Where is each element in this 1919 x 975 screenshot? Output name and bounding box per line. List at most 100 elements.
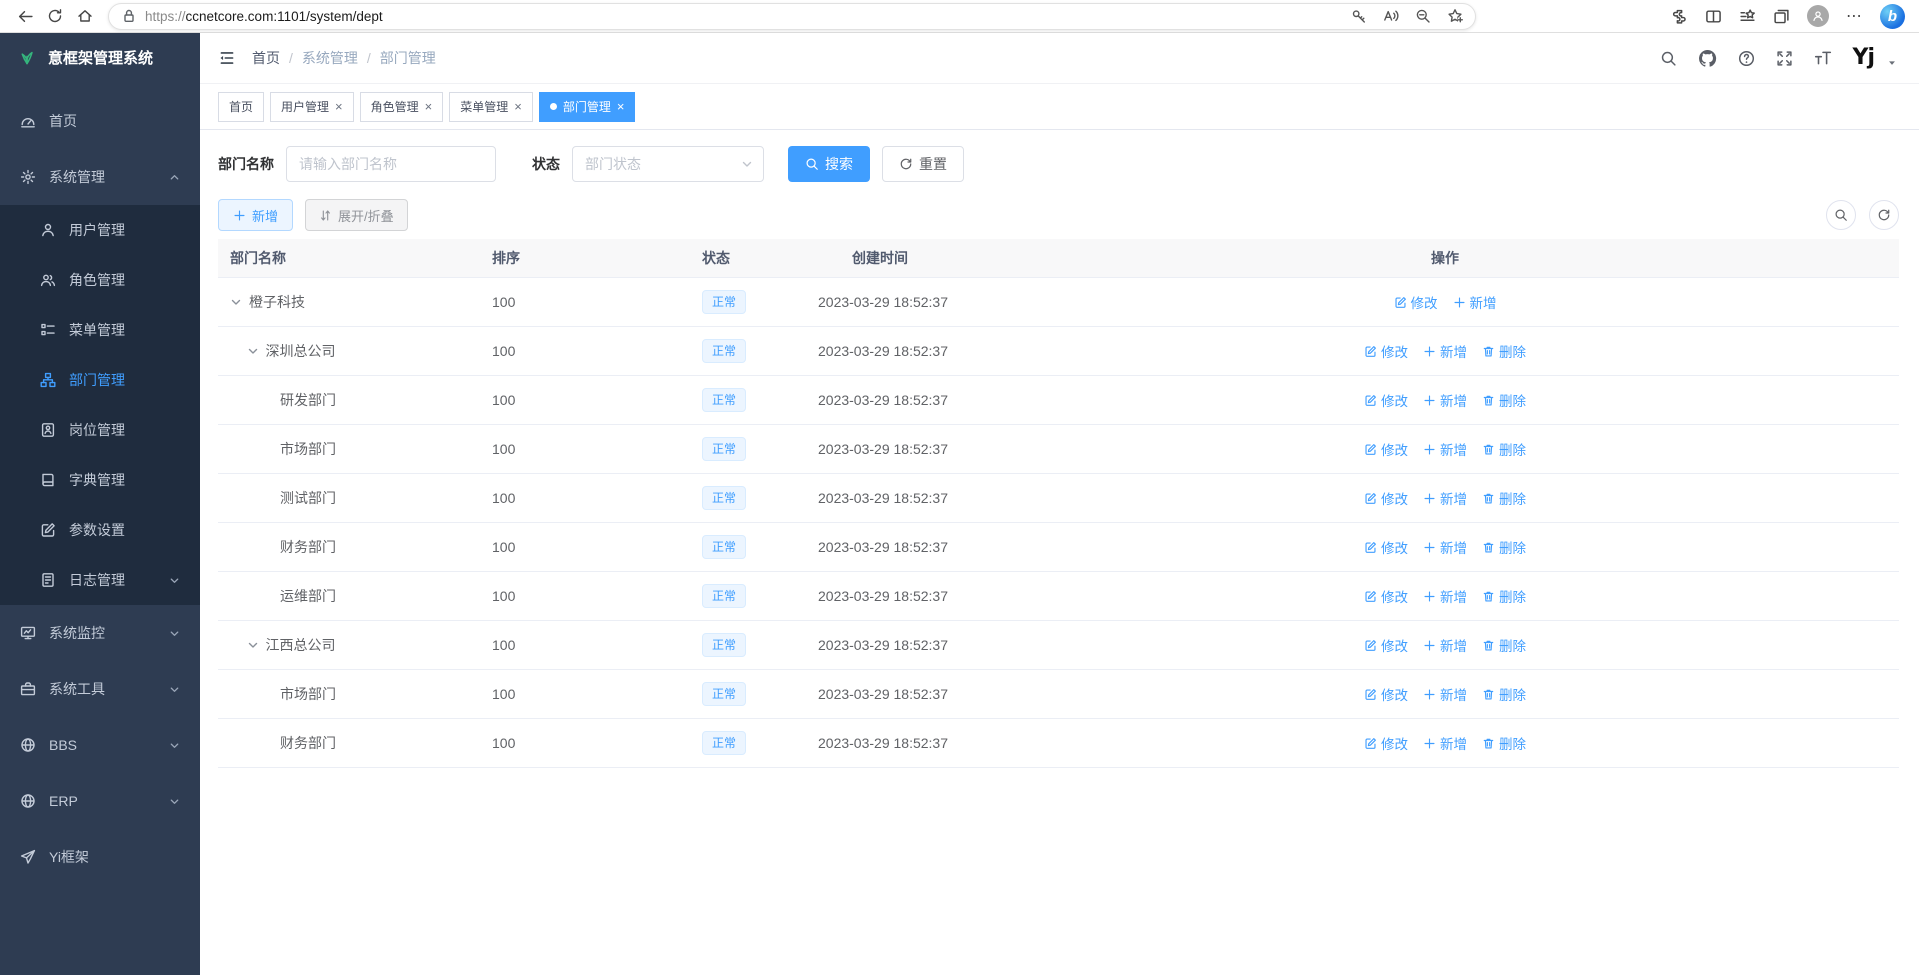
user-avatar-logo[interactable]: Yj (1853, 47, 1874, 69)
font-size-icon[interactable] (1814, 49, 1832, 67)
delete-link[interactable]: 删除 (1482, 439, 1526, 459)
delete-link[interactable]: 删除 (1482, 684, 1526, 704)
expand-collapse-button[interactable]: 展开/折叠 (305, 199, 408, 231)
breadcrumb-home[interactable]: 首页 (252, 48, 280, 68)
delete-link[interactable]: 删除 (1482, 537, 1526, 557)
delete-link[interactable]: 删除 (1482, 586, 1526, 606)
expand-chevron-icon[interactable] (230, 296, 242, 308)
favorites-bar-icon[interactable] (1739, 8, 1756, 25)
table-body: 橙子科技 100 正常 2023-03-29 18:52:37 修改 新增 深圳… (218, 278, 1899, 768)
add-child-link[interactable]: 新增 (1423, 733, 1467, 753)
sidebar-item-yi-framework[interactable]: Yi框架 (0, 829, 200, 885)
show-search-button[interactable] (1826, 200, 1856, 230)
menu-fold-icon[interactable] (218, 49, 236, 67)
sidebar-item-erp[interactable]: ERP (0, 773, 200, 829)
edit-icon (1364, 492, 1377, 505)
address-bar[interactable]: https://ccnetcore.com:1101/system/dept (108, 3, 1476, 30)
sidebar-item-system-tools[interactable]: 系统工具 (0, 661, 200, 717)
refresh-table-button[interactable] (1869, 200, 1899, 230)
modify-link[interactable]: 修改 (1364, 635, 1408, 655)
tab-user-mgmt[interactable]: 用户管理 × (270, 92, 354, 122)
modify-link[interactable]: 修改 (1364, 537, 1408, 557)
favorite-star-icon[interactable] (1447, 8, 1463, 24)
sidebar-item-param-settings[interactable]: 参数设置 (0, 505, 200, 555)
delete-link[interactable]: 删除 (1482, 341, 1526, 361)
add-child-link[interactable]: 新增 (1423, 488, 1467, 508)
close-icon[interactable]: × (617, 99, 625, 114)
tab-home[interactable]: 首页 (218, 92, 264, 122)
add-child-link[interactable]: 新增 (1453, 292, 1497, 312)
zoom-out-icon[interactable] (1415, 8, 1431, 24)
add-child-link[interactable]: 新增 (1423, 390, 1467, 410)
sidebar-item-post-mgmt[interactable]: 岗位管理 (0, 405, 200, 455)
trash-icon (1482, 590, 1495, 603)
reset-button[interactable]: 重置 (882, 146, 964, 182)
collections-icon[interactable] (1773, 8, 1790, 25)
add-child-link[interactable]: 新增 (1423, 341, 1467, 361)
add-child-link[interactable]: 新增 (1423, 586, 1467, 606)
add-dept-button[interactable]: 新增 (218, 199, 293, 231)
table-row: 测试部门 100 正常 2023-03-29 18:52:37 修改 新增 删除 (218, 474, 1899, 523)
trash-icon (1482, 492, 1495, 505)
delete-link[interactable]: 删除 (1482, 390, 1526, 410)
modify-link[interactable]: 修改 (1364, 586, 1408, 606)
users-icon (40, 272, 56, 288)
copilot-bing-icon[interactable]: b (1880, 4, 1905, 29)
dept-name: 财务部门 (280, 537, 336, 557)
url-text[interactable]: https://ccnetcore.com:1101/system/dept (145, 9, 1343, 24)
modify-link[interactable]: 修改 (1364, 341, 1408, 361)
browser-back-icon[interactable] (10, 3, 40, 29)
tab-dept-mgmt[interactable]: 部门管理 × (539, 92, 636, 122)
browser-home-icon[interactable] (70, 3, 100, 29)
browser-profile-avatar[interactable] (1807, 5, 1829, 27)
modify-link[interactable]: 修改 (1364, 439, 1408, 459)
delete-link[interactable]: 删除 (1482, 488, 1526, 508)
close-icon[interactable]: × (425, 99, 433, 114)
sidebar-item-system-monitor[interactable]: 系统监控 (0, 605, 200, 661)
read-aloud-icon[interactable] (1383, 8, 1399, 24)
modify-link[interactable]: 修改 (1394, 292, 1438, 312)
expand-chevron-icon[interactable] (247, 345, 259, 357)
help-icon[interactable] (1738, 50, 1755, 67)
browser-settings-more-icon[interactable]: ⋯ (1846, 6, 1863, 26)
avatar-caret-down-icon[interactable] (1887, 58, 1897, 68)
modify-link[interactable]: 修改 (1364, 390, 1408, 410)
browser-refresh-icon[interactable] (40, 3, 70, 29)
tab-menu-mgmt[interactable]: 菜单管理 × (449, 92, 533, 122)
password-key-icon[interactable] (1351, 8, 1367, 24)
fullscreen-icon[interactable] (1776, 50, 1793, 67)
add-child-link[interactable]: 新增 (1423, 537, 1467, 557)
status-select[interactable]: 部门状态 (572, 146, 764, 182)
delete-link[interactable]: 删除 (1482, 733, 1526, 753)
sidebar-item-system-mgmt[interactable]: 系统管理 (0, 149, 200, 205)
close-icon[interactable]: × (335, 99, 343, 114)
tab-role-mgmt[interactable]: 角色管理 × (360, 92, 444, 122)
close-icon[interactable]: × (514, 99, 522, 114)
expand-chevron-icon[interactable] (247, 639, 259, 651)
modify-link[interactable]: 修改 (1364, 488, 1408, 508)
add-child-link[interactable]: 新增 (1423, 635, 1467, 655)
main-area: 首页 / 系统管理 / 部门管理 Yj 首页 (200, 33, 1919, 975)
modify-link[interactable]: 修改 (1364, 684, 1408, 704)
add-child-link[interactable]: 新增 (1423, 684, 1467, 704)
sidebar-item-dept-mgmt[interactable]: 部门管理 (0, 355, 200, 405)
sidebar-item-home[interactable]: 首页 (0, 93, 200, 149)
dept-name-input[interactable] (286, 146, 496, 182)
github-icon[interactable] (1698, 49, 1717, 68)
extensions-icon[interactable] (1671, 8, 1688, 25)
add-child-link[interactable]: 新增 (1423, 439, 1467, 459)
dept-name: 财务部门 (280, 733, 336, 753)
sidebar-item-dict-mgmt[interactable]: 字典管理 (0, 455, 200, 505)
table-row: 深圳总公司 100 正常 2023-03-29 18:52:37 修改 新增 删… (218, 327, 1899, 376)
delete-link[interactable]: 删除 (1482, 635, 1526, 655)
sidebar-item-role-mgmt[interactable]: 角色管理 (0, 255, 200, 305)
sidebar-item-menu-mgmt[interactable]: 菜单管理 (0, 305, 200, 355)
sidebar-item-log-mgmt[interactable]: 日志管理 (0, 555, 200, 605)
modify-link[interactable]: 修改 (1364, 733, 1408, 753)
sidebar-item-bbs[interactable]: BBS (0, 717, 200, 773)
header-search-icon[interactable] (1660, 50, 1677, 67)
sidebar-item-user-mgmt[interactable]: 用户管理 (0, 205, 200, 255)
search-button[interactable]: 搜索 (788, 146, 870, 182)
split-screen-icon[interactable] (1705, 8, 1722, 25)
dept-created-time: 2023-03-29 18:52:37 (810, 441, 1290, 457)
